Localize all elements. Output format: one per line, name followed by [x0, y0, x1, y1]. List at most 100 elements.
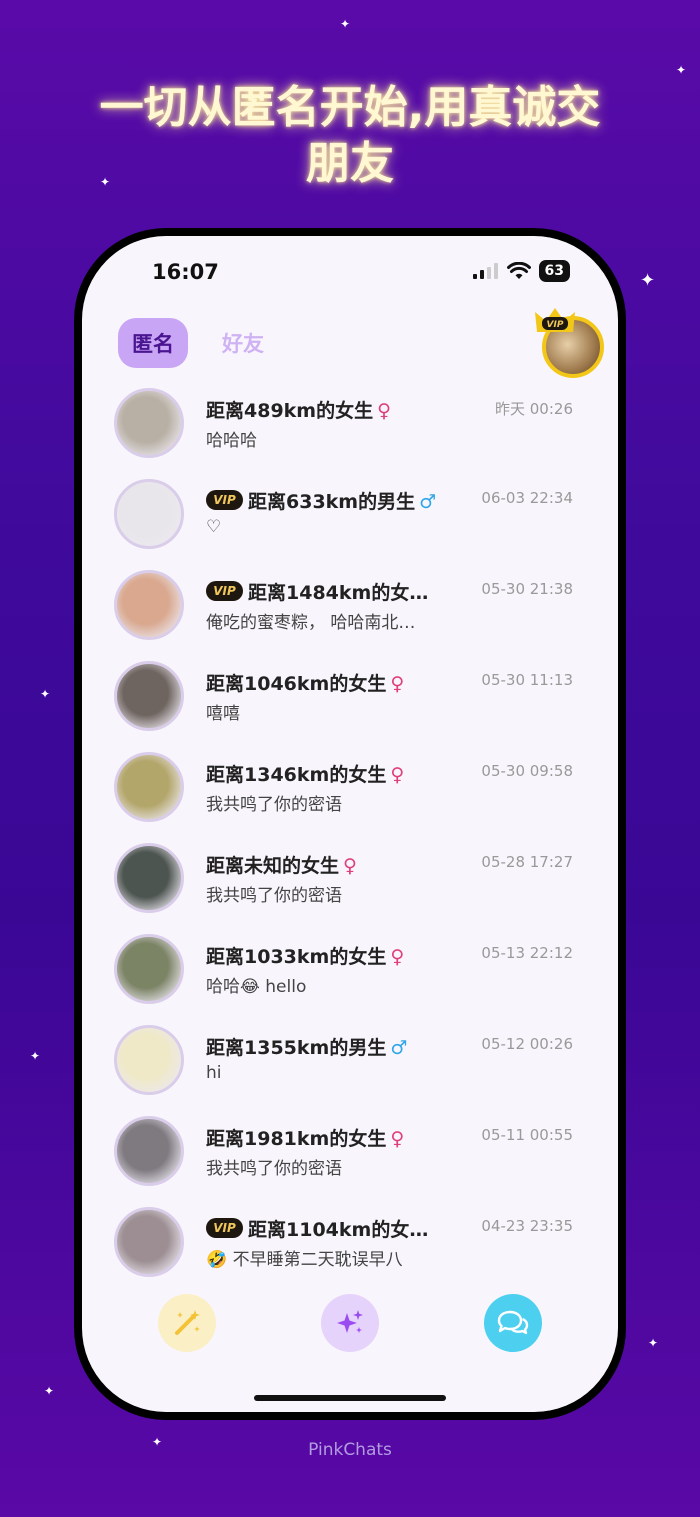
vip-badge: VIP	[206, 1218, 243, 1238]
status-time: 16:07	[152, 260, 219, 284]
chat-timestamp: 昨天 00:26	[495, 400, 573, 418]
star-icon: ✦	[676, 63, 687, 77]
chat-avatar[interactable]	[114, 1116, 184, 1186]
chat-last-message: 哈哈😂 hello	[206, 977, 307, 997]
chat-row[interactable]: 距离未知的女生 ♀ 我共鸣了你的密语 05-28 17:27	[82, 839, 618, 930]
status-icons: 63	[472, 260, 570, 282]
chat-name: 距离1346km的女生 ♀	[206, 760, 404, 787]
chat-name-text: 距离1104km的女…	[248, 1219, 429, 1241]
star-icon: ✦	[640, 270, 656, 291]
vip-crown-label: VIP	[547, 320, 564, 330]
chat-name-text: 距离1346km的女生	[206, 764, 387, 786]
vip-badge: VIP	[206, 581, 243, 601]
chat-last-message: 🤣 不早睡第二天耽误早八	[206, 1250, 403, 1270]
magic-wand-button[interactable]	[158, 1294, 216, 1352]
battery-icon: 63	[538, 260, 570, 282]
chat-row[interactable]: VIP 距离1484km的女… 俺吃的蜜枣粽， 哈哈南北… 05-30 21:38	[82, 566, 618, 657]
phone-screen: 16:07 63 匿名 好友 VIP 距离489km的女生 ♀ 哈哈哈 昨天 00:2…	[82, 236, 618, 1412]
chat-row[interactable]: 距离1033km的女生 ♀ 哈哈😂 hello 05-13 22:12	[82, 930, 618, 1021]
female-icon: ♀	[390, 946, 405, 968]
female-icon: ♀	[390, 764, 405, 786]
chat-name-text: 距离489km的女生	[206, 400, 374, 422]
chat-avatar[interactable]	[114, 1025, 184, 1095]
chat-name: 距离489km的女生 ♀	[206, 396, 391, 423]
star-icon: ✦	[40, 687, 51, 701]
chat-name: 距离633km的男生 ♂	[248, 487, 436, 514]
magic-wand-icon	[175, 1310, 200, 1335]
star-icon: ✦	[30, 1049, 41, 1063]
chat-row[interactable]: 距离1346km的女生 ♀ 我共鸣了你的密语 05-30 09:58	[82, 748, 618, 839]
chat-list: 距离489km的女生 ♀ 哈哈哈 昨天 00:26 VIP 距离633km的男生 ♂ ♡ 06-…	[82, 384, 618, 1294]
chat-name-text: 距离1981km的女生	[206, 1128, 387, 1150]
chat-timestamp: 05-11 00:55	[481, 1126, 573, 1144]
chat-name-text: 距离633km的男生	[248, 491, 416, 513]
chat-avatar[interactable]	[114, 479, 184, 549]
bottom-nav	[82, 1294, 618, 1354]
chat-timestamp: 05-28 17:27	[481, 853, 573, 871]
chat-avatar[interactable]	[114, 388, 184, 458]
chat-button[interactable]	[484, 1294, 542, 1352]
star-icon: ✦	[44, 1384, 55, 1398]
chat-row[interactable]: 距离1046km的女生 ♀ 嘻嘻 05-30 11:13	[82, 657, 618, 748]
female-icon: ♀	[390, 673, 405, 695]
chat-avatar[interactable]	[114, 752, 184, 822]
chat-avatar[interactable]	[114, 1207, 184, 1277]
vip-badge: VIP	[206, 490, 243, 510]
chat-name: 距离未知的女生 ♀	[206, 851, 357, 878]
chat-timestamp: 05-30 09:58	[481, 762, 573, 780]
chat-last-message: 我共鸣了你的密语	[206, 1159, 342, 1179]
female-icon: ♀	[343, 855, 357, 877]
chat-avatar[interactable]	[114, 570, 184, 640]
chat-last-message: 我共鸣了你的密语	[206, 795, 342, 815]
chat-last-message: 嘻嘻	[206, 704, 240, 724]
wifi-icon	[506, 262, 531, 279]
female-icon: ♀	[377, 400, 392, 422]
chat-last-message: 哈哈哈	[206, 431, 257, 451]
sparkles-icon	[337, 1310, 363, 1333]
chat-timestamp: 05-30 21:38	[481, 580, 573, 598]
star-icon: ✦	[648, 1336, 659, 1350]
chat-name-text: 距离1355km的男生	[206, 1037, 387, 1059]
chat-last-message: hi	[206, 1063, 222, 1083]
female-icon: ♀	[390, 1128, 405, 1150]
chat-row[interactable]: 距离1355km的男生 ♂ hi 05-12 00:26	[82, 1021, 618, 1112]
chat-last-message: 俺吃的蜜枣粽， 哈哈南北…	[206, 613, 416, 633]
star-icon: ✦	[340, 17, 351, 31]
chat-name: 距离1981km的女生 ♀	[206, 1124, 404, 1151]
chat-name: 距离1046km的女生 ♀	[206, 669, 404, 696]
chat-row[interactable]: VIP 距离1104km的女… 🤣 不早睡第二天耽误早八 04-23 23:35	[82, 1203, 618, 1294]
chat-row[interactable]: 距离489km的女生 ♀ 哈哈哈 昨天 00:26	[82, 384, 618, 475]
male-icon: ♂	[419, 491, 437, 513]
signal-icon	[472, 263, 498, 279]
chat-timestamp: 04-23 23:35	[481, 1217, 573, 1235]
male-icon: ♂	[390, 1037, 408, 1059]
chat-bubbles-icon	[497, 1310, 529, 1335]
chat-row[interactable]: VIP 距离633km的男生 ♂ ♡ 06-03 22:34	[82, 475, 618, 566]
headline: 一切从匿名开始,用真诚交 朋友	[0, 80, 700, 192]
headline-line2: 朋友	[306, 138, 394, 189]
home-indicator[interactable]	[254, 1395, 446, 1401]
chat-timestamp: 05-13 22:12	[481, 944, 573, 962]
chat-name: 距离1104km的女…	[248, 1215, 428, 1242]
chat-name: 距离1484km的女…	[248, 578, 428, 605]
chat-last-message: 我共鸣了你的密语	[206, 886, 342, 906]
chat-name: 距离1355km的男生 ♂	[206, 1033, 407, 1060]
chat-avatar[interactable]	[114, 661, 184, 731]
chat-name-text: 距离1484km的女…	[248, 582, 429, 604]
headline-line1: 一切从匿名开始,用真诚交	[99, 82, 601, 133]
chat-row[interactable]: 距离1981km的女生 ♀ 我共鸣了你的密语 05-11 00:55	[82, 1112, 618, 1203]
chat-last-message: ♡	[206, 517, 222, 537]
chat-name: 距离1033km的女生 ♀	[206, 942, 404, 969]
chat-timestamp: 05-30 11:13	[481, 671, 573, 689]
chat-name-text: 距离未知的女生	[206, 855, 340, 877]
tab-friends[interactable]: 好友	[222, 328, 264, 358]
chat-avatar[interactable]	[114, 934, 184, 1004]
chat-name-text: 距离1033km的女生	[206, 946, 387, 968]
tab-anonymous[interactable]: 匿名	[118, 318, 188, 368]
chat-avatar[interactable]	[114, 843, 184, 913]
vip-crown-icon: VIP	[535, 308, 575, 332]
footer-brand: PinkChats	[308, 1440, 392, 1460]
chat-timestamp: 05-12 00:26	[481, 1035, 573, 1053]
sparkles-button[interactable]	[321, 1294, 379, 1352]
chat-timestamp: 06-03 22:34	[481, 489, 573, 507]
